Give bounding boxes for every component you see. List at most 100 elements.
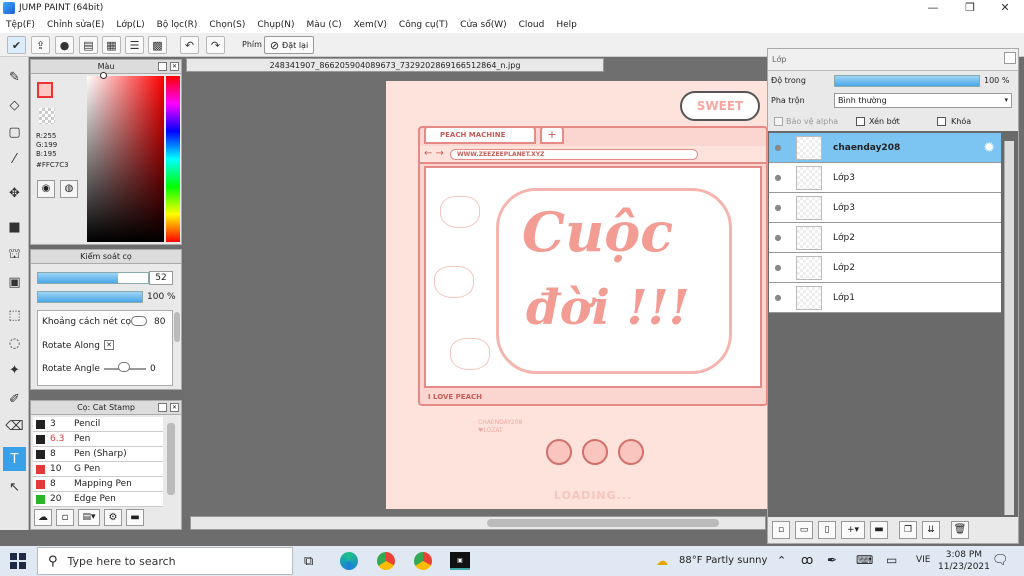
text-tool-icon[interactable]: T <box>3 447 26 471</box>
visibility-dot-icon[interactable]: ● <box>769 143 787 152</box>
artwork-canvas[interactable]: SWEET PEACH MACHINE + ← → WWW.ZEEZEEPLAN… <box>386 81 767 509</box>
visibility-dot-icon[interactable]: ● <box>769 173 787 182</box>
brush-list-item[interactable]: 8 Pen (Sharp) <box>33 447 163 462</box>
chrome-icon[interactable] <box>414 552 432 570</box>
layer-row[interactable]: ● chaenday208 ✹ <box>769 133 1001 163</box>
layers-panel-close-icon[interactable] <box>1004 52 1016 64</box>
layer-list-scrollbar[interactable] <box>1004 141 1014 515</box>
layer-row[interactable]: ● Lớp3 <box>769 193 1001 223</box>
bucket-tool-icon[interactable]: ⛫ <box>3 243 26 267</box>
new-brush-icon[interactable]: ▫ <box>56 509 74 526</box>
chrome-icon[interactable] <box>377 552 395 570</box>
menu-view[interactable]: Xem(V) <box>348 20 393 30</box>
lock-checkbox[interactable] <box>937 117 946 126</box>
weather-text[interactable]: 88°F Partly sunny <box>679 555 767 566</box>
brush-add-dropdown-icon[interactable]: ▤▾ <box>78 509 100 526</box>
transparent-color-swatch[interactable] <box>39 108 55 124</box>
panel-detach-icon[interactable] <box>158 62 167 71</box>
brush-settings-scrollbar[interactable] <box>174 312 180 342</box>
add-layer-dropdown-icon[interactable]: +▾ <box>841 521 865 539</box>
panel-close-icon[interactable]: ✕ <box>170 62 179 71</box>
select-rect-icon[interactable]: ⬚ <box>3 303 26 327</box>
menu-file[interactable]: Tệp(F) <box>0 20 41 30</box>
visibility-dot-icon[interactable]: ● <box>769 233 787 242</box>
sv-picker-handle[interactable] <box>100 72 107 79</box>
visibility-dot-icon[interactable]: ● <box>769 263 787 272</box>
task-view-icon[interactable]: ⧉ <box>304 554 313 569</box>
undo-icon[interactable]: ↶ <box>180 36 199 54</box>
select-pen-icon[interactable]: ✐ <box>3 387 26 411</box>
brush-list-scrollbar[interactable] <box>167 423 175 495</box>
layer-row[interactable]: ● Lớp3 <box>769 163 1001 193</box>
maximize-button[interactable]: ❐ <box>953 0 987 16</box>
new-halftone-layer-icon[interactable]: ▯ <box>818 521 836 539</box>
menu-capture[interactable]: Chụp(N) <box>251 20 300 30</box>
visibility-dot-icon[interactable]: ● <box>769 203 787 212</box>
language-indicator[interactable]: VIE <box>916 555 931 565</box>
rect-tool-icon[interactable]: ▢ <box>3 120 26 144</box>
display-icon[interactable]: ▭ <box>886 553 897 567</box>
layer-opacity-slider[interactable] <box>834 75 980 87</box>
duplicate-layer-icon[interactable]: ❐ <box>899 521 917 539</box>
brush-list-item[interactable]: 6.3 Pen <box>33 432 163 447</box>
brush-list-item[interactable]: 3 Pencil <box>33 417 163 432</box>
canvas-h-scrollbar[interactable] <box>190 516 766 530</box>
eraser-tool-icon[interactable]: ◇ <box>3 93 26 117</box>
layer-row[interactable]: ● Lớp1 <box>769 283 1001 313</box>
gradient-tool-icon[interactable]: ▣ <box>3 270 26 294</box>
brush-tool-icon[interactable]: ✎ <box>3 65 26 89</box>
lasso-icon[interactable]: ◌ <box>3 331 26 355</box>
check-icon[interactable]: ✔ <box>7 36 26 54</box>
keyboard-icon[interactable]: ⌨ <box>856 553 873 567</box>
panel-detach-icon[interactable] <box>158 403 167 412</box>
visibility-dot-icon[interactable]: ● <box>769 293 787 302</box>
operation-tool-icon[interactable]: ↖ <box>3 475 26 499</box>
brush-folder-icon[interactable]: ▬ <box>126 509 144 526</box>
menu-help[interactable]: Help <box>550 20 583 30</box>
brush-list-item[interactable]: 8 Mapping Pen <box>33 477 163 492</box>
comment-icon[interactable]: ● <box>55 36 74 54</box>
menu-filter[interactable]: Bộ lọc(R) <box>151 20 204 30</box>
brush-size-slider[interactable] <box>37 272 149 284</box>
clip-checkbox[interactable] <box>856 117 865 126</box>
menu-select[interactable]: Chọn(S) <box>203 20 251 30</box>
brush-size-value[interactable]: 52 <box>149 271 173 285</box>
weather-icon[interactable]: ☁ <box>656 554 668 568</box>
layer-row[interactable]: ● Lớp2 <box>769 223 1001 253</box>
canvas-h-scroll-thumb[interactable] <box>487 519 719 527</box>
new-layer-icon[interactable]: ▫ <box>772 521 790 539</box>
jump-paint-taskbar-icon[interactable]: ▣ <box>450 552 470 570</box>
menu-cloud[interactable]: Cloud <box>513 20 551 30</box>
network-icon[interactable]: ꝏ <box>801 553 813 567</box>
layer-row[interactable]: ● Lớp2 <box>769 253 1001 283</box>
trash-icon[interactable]: 🗑 <box>951 521 969 539</box>
tray-chevron-up-icon[interactable]: ⌃ <box>777 554 786 567</box>
hue-slider[interactable] <box>166 76 180 242</box>
rotate-along-checkbox[interactable]: ✕ <box>104 340 114 350</box>
close-button[interactable]: ✕ <box>988 0 1022 16</box>
clock[interactable]: 3:08 PM 11/23/2021 <box>938 549 990 573</box>
merge-layer-icon[interactable]: ⇊ <box>922 521 940 539</box>
brush-opacity-slider[interactable] <box>37 291 143 303</box>
spacing-slider[interactable] <box>131 316 147 326</box>
grid-icon[interactable]: ▩ <box>148 36 167 54</box>
windows-start-icon[interactable] <box>10 553 26 569</box>
magic-wand-icon[interactable]: ✦ <box>3 358 26 382</box>
move-tool-icon[interactable]: ✥ <box>3 181 26 205</box>
brush-list-item[interactable]: 10 G Pen <box>33 462 163 477</box>
document-icon[interactable]: ▦ <box>102 36 121 54</box>
redo-icon[interactable]: ↷ <box>206 36 225 54</box>
pen-line-tool-icon[interactable]: ⁄ <box>3 147 26 171</box>
brush-list-item[interactable]: 20 Edge Pen <box>33 492 163 507</box>
menu-color[interactable]: Màu (C) <box>301 20 348 30</box>
menu-tools[interactable]: Công cụ(T) <box>393 20 454 30</box>
list-icon[interactable]: ☰ <box>125 36 144 54</box>
primary-color-swatch[interactable] <box>37 82 53 98</box>
rotate-angle-handle[interactable] <box>118 362 130 372</box>
gear-icon[interactable]: ✹ <box>983 140 995 156</box>
reset-button[interactable]: ⊘ Đặt lại <box>264 36 314 54</box>
select-eraser-icon[interactable]: ⌫ <box>3 414 26 438</box>
edge-browser-icon[interactable] <box>340 552 358 570</box>
notification-icon[interactable]: 🗨 <box>992 553 1009 568</box>
palette-icon[interactable]: ◉ <box>37 180 55 198</box>
